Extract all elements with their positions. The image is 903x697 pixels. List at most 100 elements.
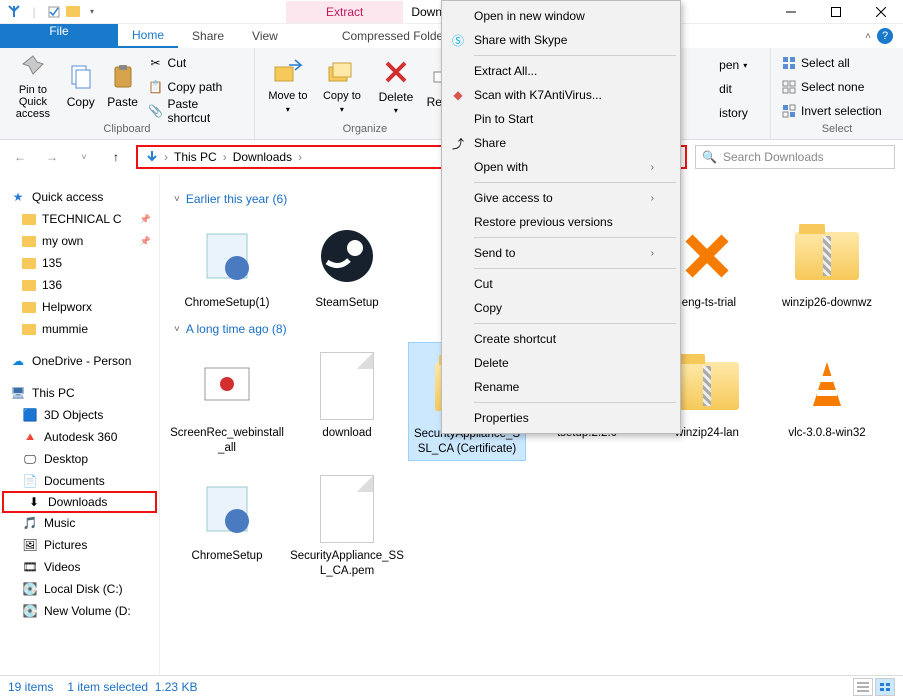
- crumb-this-pc[interactable]: This PC: [172, 150, 219, 164]
- menu-open-new-window[interactable]: Open in new window: [444, 4, 678, 28]
- sidebar-item[interactable]: my own: [0, 230, 159, 252]
- history-cutoff[interactable]: istory: [715, 102, 764, 124]
- maximize-button[interactable]: [813, 0, 858, 24]
- chevron-right-icon[interactable]: ›: [298, 150, 302, 164]
- file-item[interactable]: SteamSetup: [288, 212, 406, 314]
- sidebar-item[interactable]: 136: [0, 274, 159, 296]
- folder-icon: [22, 236, 36, 247]
- sidebar-item-new-volume-d-[interactable]: 💽New Volume (D:: [0, 600, 159, 622]
- menu-send-to[interactable]: Send to›: [444, 241, 678, 265]
- nav-recent-dropdown[interactable]: ˅: [72, 145, 96, 169]
- copy-path-icon: 📋: [148, 79, 164, 95]
- menu-delete[interactable]: Delete: [444, 351, 678, 375]
- folder-small-icon[interactable]: [66, 6, 80, 17]
- file-item[interactable]: vlc-3.0.8-win32: [768, 342, 886, 461]
- sidebar-item-pictures[interactable]: 🖼Pictures: [0, 534, 159, 556]
- sidebar-this-pc[interactable]: 🖥This PC: [0, 382, 159, 404]
- file-item[interactable]: download: [288, 342, 406, 461]
- minimize-button[interactable]: [768, 0, 813, 24]
- sidebar-item-documents[interactable]: 📄Documents: [0, 470, 159, 492]
- ribbon-collapse-icon[interactable]: ˄: [865, 31, 871, 42]
- menu-restore[interactable]: Restore previous versions: [444, 210, 678, 234]
- pin-quick-access-button[interactable]: Pin to Quick access: [6, 50, 60, 120]
- chevron-right-icon[interactable]: ›: [223, 150, 227, 164]
- qat-dropdown-icon[interactable]: ▾: [84, 4, 100, 20]
- view-icons-button[interactable]: [875, 678, 895, 696]
- menu-give-access[interactable]: Give access to›: [444, 186, 678, 210]
- menu-pin-start[interactable]: Pin to Start: [444, 107, 678, 131]
- chevron-right-icon[interactable]: ›: [164, 150, 168, 164]
- nav-up-button[interactable]: ↑: [104, 145, 128, 169]
- file-name: -eng-ts-trial: [678, 296, 736, 310]
- context-menu: Open in new window ⓈShare with Skype Ext…: [441, 0, 681, 434]
- sidebar-item-videos[interactable]: 🎞Videos: [0, 556, 159, 578]
- search-placeholder: Search Downloads: [723, 150, 824, 164]
- copy-path-button[interactable]: 📋Copy path: [144, 76, 248, 98]
- sidebar[interactable]: ★Quick access TECHNICAL Cmy own135136Hel…: [0, 174, 160, 675]
- menu-properties[interactable]: Properties: [444, 406, 678, 430]
- tab-home[interactable]: Home: [118, 24, 178, 48]
- paste-button[interactable]: Paste: [102, 50, 144, 120]
- close-button[interactable]: [858, 0, 903, 24]
- tab-view[interactable]: View: [238, 24, 292, 48]
- status-selected: 1 item selected 1.23 KB: [67, 680, 197, 694]
- open-dropdown-cutoff[interactable]: pen ▾: [715, 54, 764, 76]
- folder-icon: 🟦: [22, 407, 38, 423]
- file-item[interactable]: SecurityAppliance_SSL_CA.pem: [288, 465, 406, 582]
- menu-share[interactable]: ⤴Share: [444, 131, 678, 155]
- file-item[interactable]: ChromeSetup(1): [168, 212, 286, 314]
- sidebar-item[interactable]: Helpworx: [0, 296, 159, 318]
- sidebar-item[interactable]: 135: [0, 252, 159, 274]
- edit-cutoff[interactable]: dit: [715, 78, 764, 100]
- star-icon: ★: [10, 189, 26, 205]
- search-input[interactable]: 🔍 Search Downloads: [695, 145, 895, 169]
- menu-open-with[interactable]: Open with›: [444, 155, 678, 179]
- sidebar-item-desktop[interactable]: 🖵Desktop: [0, 448, 159, 470]
- menu-skype[interactable]: ⓈShare with Skype: [444, 28, 678, 52]
- copy-to-icon: [326, 56, 358, 88]
- paste-shortcut-button[interactable]: 📎Paste shortcut: [144, 100, 248, 122]
- menu-k7-scan[interactable]: ◆Scan with K7AntiVirus...: [444, 83, 678, 107]
- menu-copy[interactable]: Copy: [444, 296, 678, 320]
- sidebar-item-autodesk-360[interactable]: 🔺Autodesk 360: [0, 426, 159, 448]
- sidebar-item-local-disk-c-[interactable]: 💽Local Disk (C:): [0, 578, 159, 600]
- file-item[interactable]: ScreenRec_webinstall_all: [168, 342, 286, 461]
- tab-file[interactable]: File: [0, 24, 118, 48]
- file-item[interactable]: winzip26-downwz: [768, 212, 886, 314]
- sidebar-item[interactable]: mummie: [0, 318, 159, 340]
- copy-button[interactable]: Copy: [60, 50, 102, 120]
- view-details-button[interactable]: [853, 678, 873, 696]
- sidebar-item[interactable]: TECHNICAL C: [0, 208, 159, 230]
- sidebar-onedrive[interactable]: ☁OneDrive - Person: [0, 350, 159, 372]
- chevron-right-icon: ›: [651, 248, 654, 259]
- cut-button[interactable]: ✂Cut: [144, 52, 248, 74]
- move-to-button[interactable]: Move to▾: [261, 50, 315, 120]
- crumb-downloads[interactable]: Downloads: [231, 150, 294, 164]
- help-icon[interactable]: ?: [877, 28, 893, 44]
- sidebar-item-downloads[interactable]: ⬇Downloads: [2, 491, 157, 513]
- menu-create-shortcut[interactable]: Create shortcut: [444, 327, 678, 351]
- copy-to-button[interactable]: Copy to▾: [315, 50, 369, 120]
- status-item-count: 19 items: [8, 680, 53, 694]
- delete-button[interactable]: Delete▾: [369, 50, 423, 120]
- select-none-button[interactable]: Select none: [777, 76, 897, 98]
- file-item[interactable]: ChromeSetup: [168, 465, 286, 582]
- tab-share[interactable]: Share: [178, 24, 238, 48]
- sidebar-quick-access[interactable]: ★Quick access: [0, 186, 159, 208]
- checkbox-icon[interactable]: [46, 4, 62, 20]
- nav-forward-button[interactable]: →: [40, 145, 64, 169]
- invert-selection-button[interactable]: Invert selection: [777, 100, 897, 122]
- menu-extract-all[interactable]: Extract All...: [444, 59, 678, 83]
- nav-back-button[interactable]: ←: [8, 145, 32, 169]
- menu-cut[interactable]: Cut: [444, 272, 678, 296]
- folder-icon: 💽: [22, 603, 38, 619]
- chevron-down-icon: ˅: [174, 194, 180, 205]
- paste-shortcut-icon: 📎: [148, 103, 164, 119]
- sidebar-item-3d-objects[interactable]: 🟦3D Objects: [0, 404, 159, 426]
- sidebar-item-music[interactable]: 🎵Music: [0, 512, 159, 534]
- select-all-button[interactable]: Select all: [777, 52, 897, 74]
- menu-rename[interactable]: Rename: [444, 375, 678, 399]
- contextual-tab-extract[interactable]: Extract: [286, 1, 403, 23]
- folder-icon: 🎞: [22, 559, 38, 575]
- file-thumb: [187, 346, 267, 426]
